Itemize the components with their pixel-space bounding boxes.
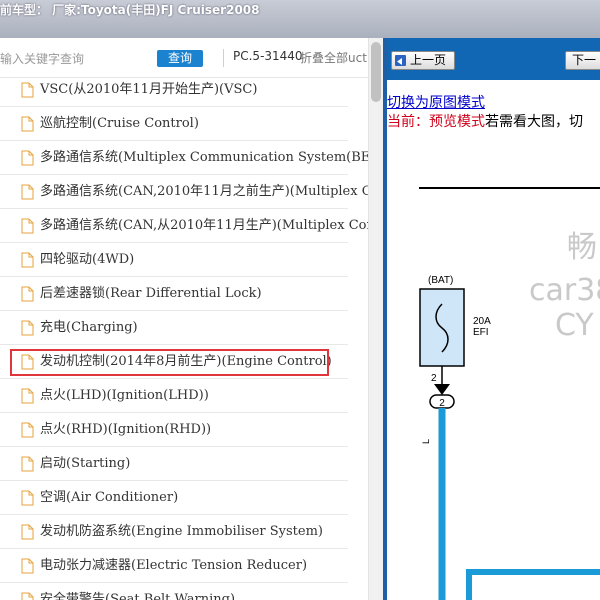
bat-label: (BAT) [428,275,453,286]
document-icon [21,524,34,540]
search-bar: 查询 PC.5-31440 折叠全部uct [0,38,383,78]
list-item-label: 点火(LHD)(Ignition(LHD)) [40,388,209,403]
list-item[interactable]: 充电(Charging) [0,311,348,345]
list-item[interactable]: 四轮驱动(4WD) [0,243,348,277]
list-item-selected[interactable]: 发动机控制(2014年8月前生产)(Engine Control) [0,345,348,379]
left-panel: 查询 PC.5-31440 折叠全部uct VSC(从2010年11月开始生产)… [0,38,383,600]
document-icon [21,286,34,302]
list-item-label: 安全带警告(Seat Belt Warning) [40,592,236,600]
pc-code: PC.5-31440 [233,49,303,63]
pin-number: 2 [431,373,437,384]
document-icon [21,116,34,132]
list-item[interactable]: 多路通信系统(Multiplex Communication System(BE… [0,141,383,175]
selection-highlight [10,349,329,376]
list-item[interactable]: VSC(从2010年11月开始生产)(VSC) [0,73,348,107]
list-item[interactable]: 发动机防盗系统(Engine Immobiliser System) [0,515,348,549]
list-item-label: 点火(RHD)(Ignition(RHD)) [40,422,212,437]
window-title: 前车型： 厂家:Toyota(丰田)FJ Cruiser2008 [0,3,260,17]
connector-number: 2 [439,398,445,409]
document-icon [21,320,34,336]
divider-line [223,49,224,67]
list-item[interactable]: 安全带警告(Seat Belt Warning) [0,583,348,600]
search-input[interactable] [0,49,150,69]
next-page-label: 下一 [572,53,597,67]
pin-arrow [434,384,450,395]
document-list: VSC(从2010年11月开始生产)(VSC) 巡航控制(Cruise Contr… [0,73,383,600]
document-icon [21,252,34,268]
wiring-diagram: (BAT) 20A EFI 2 2 L 畅 car38 CY [387,138,600,600]
scrollbar-thumb[interactable] [371,42,381,102]
list-item-label: 后差速器锁(Rear Differential Lock) [40,286,262,301]
mode-hint: 若需看大图，切 [485,114,583,130]
switch-original-link[interactable]: 切换为原图模式 [387,92,485,112]
document-icon [21,592,34,600]
list-item-label: 充电(Charging) [40,320,138,335]
prev-page-label: 上一页 [410,53,447,67]
fuse-rating: 20A [473,316,491,327]
mode-name: 预览模式 [429,114,485,130]
list-item-label: 空调(Air Conditioner) [40,490,179,505]
list-item-label: 多路通信系统(CAN,2010年11月之前生产)(Multiplex Comm [40,184,383,199]
viewer-toolbar: 上一页 下一 [387,38,600,80]
prev-page-button[interactable]: 上一页 [391,51,455,70]
document-icon [21,558,34,574]
document-icon [21,184,34,200]
list-item[interactable]: 电动张力减速器(Electric Tension Reducer) [0,549,348,583]
document-icon [21,82,34,98]
list-item-label: 发动机防盗系统(Engine Immobiliser System) [40,524,323,539]
list-item[interactable]: 巡航控制(Cruise Control) [0,107,348,141]
mode-prefix: 当前： [387,114,429,130]
list-item-label: 启动(Starting) [40,456,131,471]
list-item-label: VSC(从2010年11月开始生产)(VSC) [40,82,258,97]
document-icon [21,150,34,166]
mode-status: 当前：预览模式若需看大图，切 [387,111,583,131]
collapse-all-link[interactable]: 折叠全部uct [300,49,367,66]
document-icon [21,490,34,506]
arrow-left-icon [395,55,406,66]
list-item[interactable]: 点火(RHD)(Ignition(RHD)) [0,413,348,447]
document-icon [21,388,34,404]
wiring-diagram-svg: (BAT) 20A EFI 2 2 L [419,187,600,600]
document-icon [21,456,34,472]
query-button[interactable]: 查询 [157,50,203,67]
watermark-text-1: 畅 [567,230,597,265]
list-item-label: 多路通信系统(Multiplex Communication System(BE… [40,150,383,165]
list-item[interactable]: 后差速器锁(Rear Differential Lock) [0,277,348,311]
title-bar: 前车型： 厂家:Toyota(丰田)FJ Cruiser2008 [0,0,600,38]
list-item[interactable]: 点火(LHD)(Ignition(LHD)) [0,379,348,413]
list-item[interactable]: 多路通信系统(CAN,2010年11月之前生产)(Multiplex Comm [0,175,383,209]
list-item-label: 多路通信系统(CAN,从2010年11月生产)(Multiplex Commu [40,218,383,233]
component-outline [466,569,600,600]
next-page-button[interactable]: 下一 [565,51,600,70]
document-icon [21,422,34,438]
list-item[interactable]: 启动(Starting) [0,447,348,481]
left-scrollbar[interactable] [368,38,383,600]
document-icon [21,218,34,234]
wire-tag: L [421,439,431,444]
list-item[interactable]: 多路通信系统(CAN,从2010年11月生产)(Multiplex Commu [0,209,383,243]
viewer-panel: 上一页 下一 切换为原图模式 当前：预览模式若需看大图，切 (BAT) 20A … [387,38,600,600]
list-item-label: 四轮驱动(4WD) [40,252,135,267]
watermark-text-3: CY [555,308,594,343]
list-item[interactable]: 空调(Air Conditioner) [0,481,348,515]
watermark-text-2: car38 [529,273,600,308]
list-item-label: 巡航控制(Cruise Control) [40,116,199,131]
fuse-name: EFI [473,327,489,338]
list-item-label: 电动张力减速器(Electric Tension Reducer) [40,558,308,573]
